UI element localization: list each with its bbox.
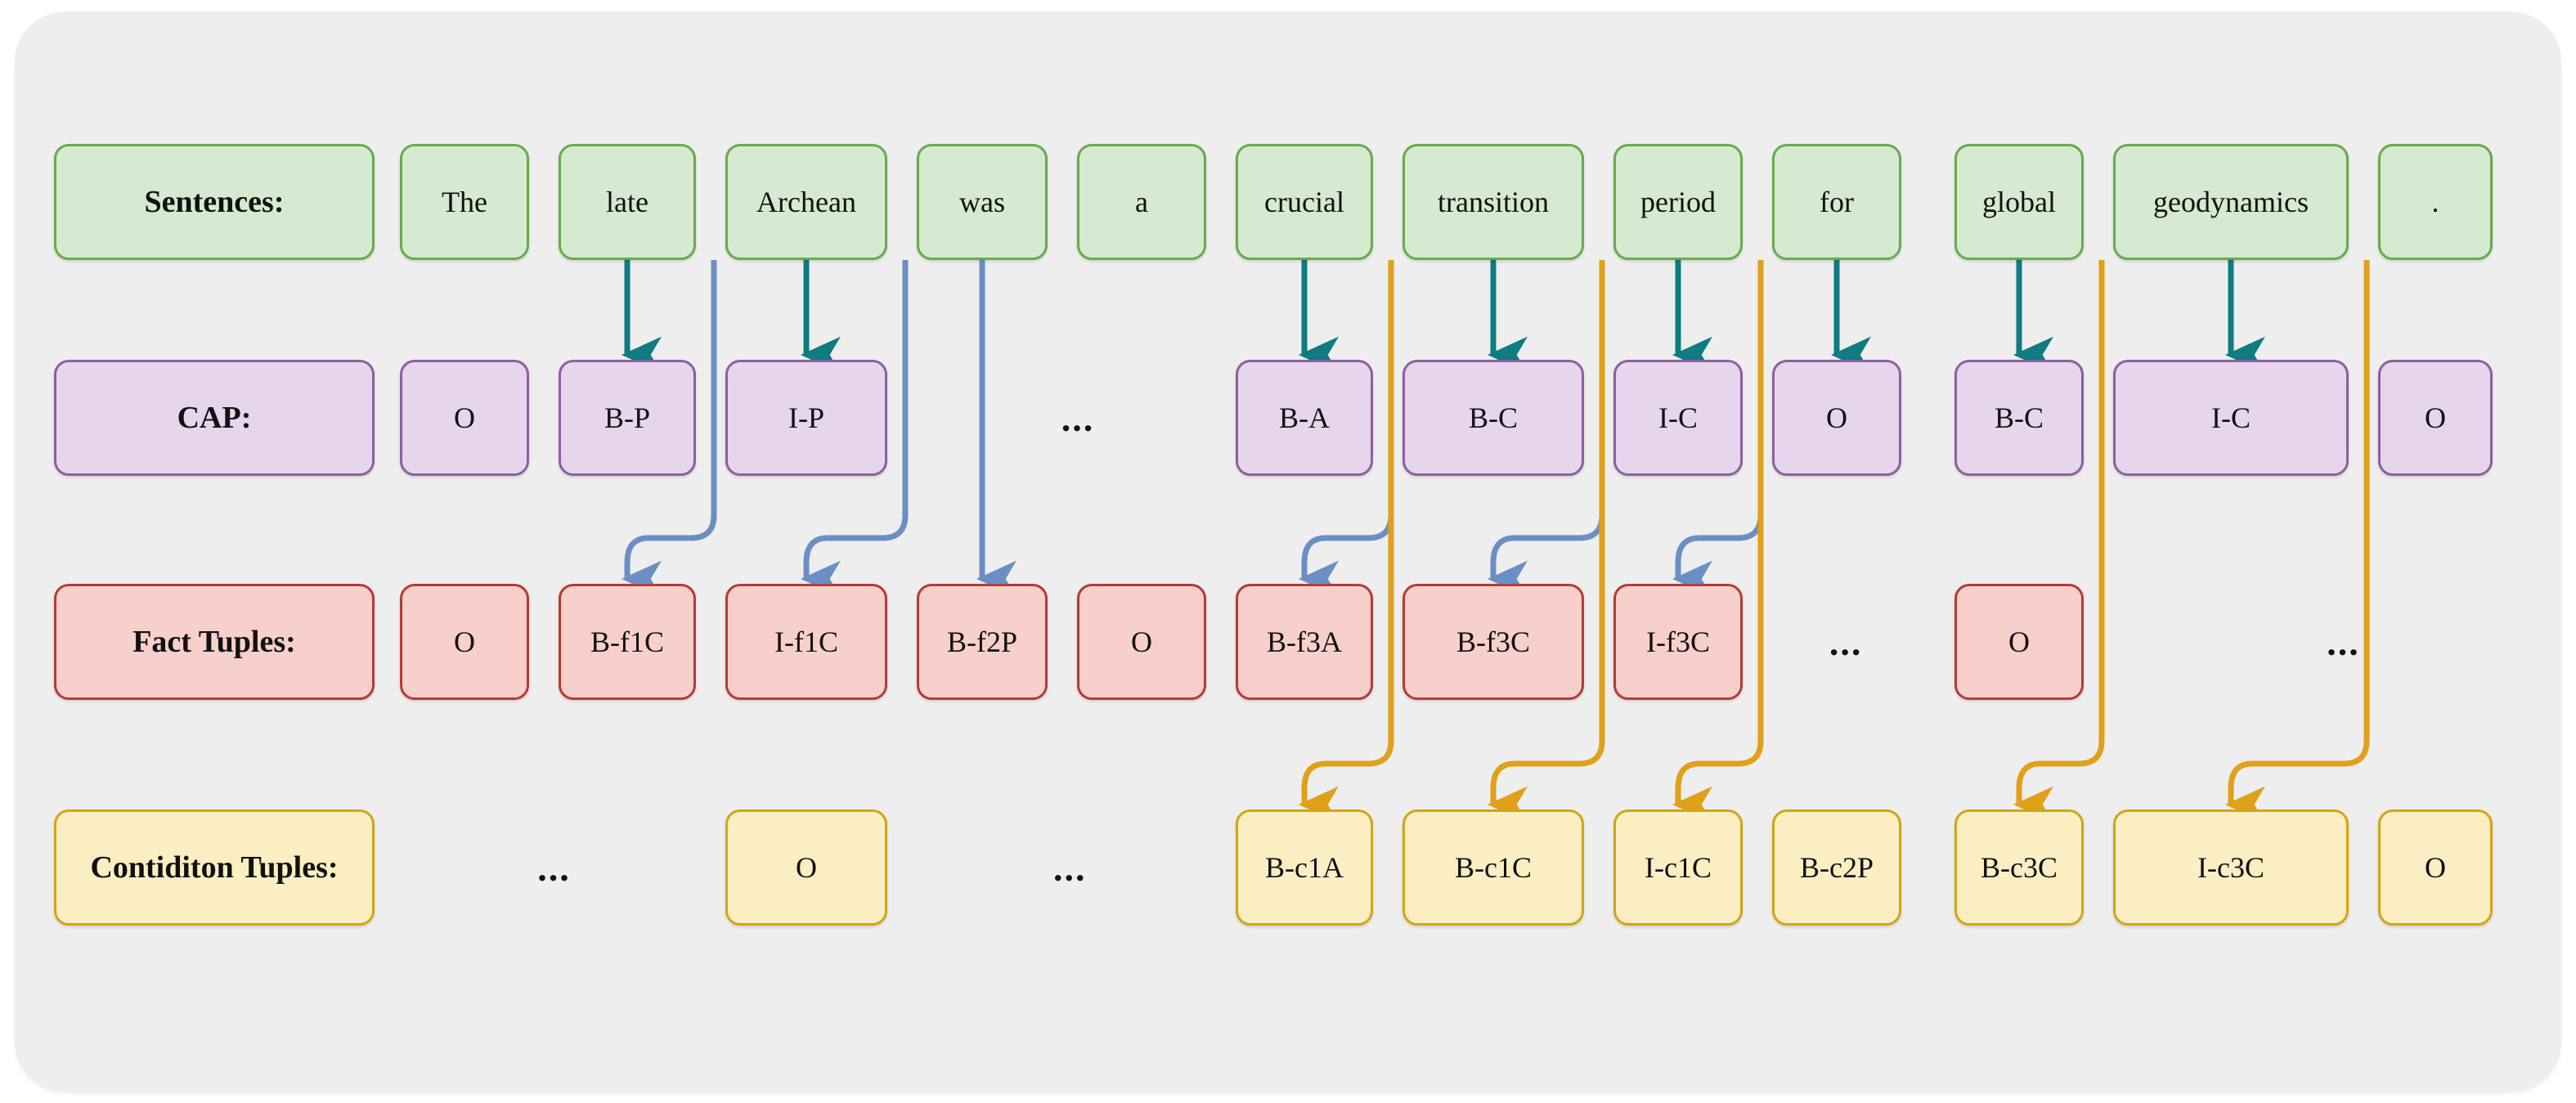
- token-cell-fact_tuples[interactable]: O: [1077, 584, 1206, 700]
- ellipsis-condition_tuples: ...: [537, 846, 571, 889]
- token-cell-fact_tuples[interactable]: I-f1C: [725, 584, 887, 700]
- token-cell-sentences[interactable]: period: [1613, 144, 1743, 260]
- token-cell-fact_tuples[interactable]: B-f3C: [1402, 584, 1584, 700]
- token-cell-condition_tuples[interactable]: I-c1C: [1613, 809, 1743, 926]
- token-cell-sentences[interactable]: late: [559, 144, 696, 260]
- token-cell-condition_tuples[interactable]: B-c3C: [1954, 809, 2084, 926]
- token-cell-cap[interactable]: B-C: [1402, 360, 1584, 476]
- token-cell-fact_tuples[interactable]: O: [400, 584, 529, 700]
- token-cell-cap[interactable]: I-C: [2113, 360, 2349, 476]
- token-cell-condition_tuples[interactable]: B-c1A: [1236, 809, 1373, 926]
- figure-canvas: Sentences: The late Archean was a crucial trans…: [0, 0, 2576, 1103]
- token-cell-fact_tuples[interactable]: O: [1954, 584, 2084, 700]
- token-cell-cap[interactable]: B-P: [559, 360, 696, 476]
- token-cell-condition_tuples[interactable]: O: [725, 809, 887, 926]
- token-cell-cap[interactable]: I-P: [725, 360, 887, 476]
- ellipsis-fact_tuples: ...: [2327, 621, 2360, 663]
- token-cell-condition_tuples[interactable]: B-c2P: [1772, 809, 1901, 926]
- token-cell-cap[interactable]: O: [2378, 360, 2493, 476]
- token-cell-cap[interactable]: I-C: [1613, 360, 1743, 476]
- ellipsis-condition_tuples: ...: [1053, 846, 1087, 889]
- token-cell-condition_tuples[interactable]: I-c3C: [2113, 809, 2349, 926]
- token-cell-fact_tuples[interactable]: I-f3C: [1613, 584, 1743, 700]
- token-cell-fact_tuples[interactable]: B-f2P: [917, 584, 1048, 700]
- token-cell-sentences[interactable]: transition: [1402, 144, 1584, 260]
- token-cell-sentences[interactable]: was: [917, 144, 1048, 260]
- row-label-cap: CAP:: [54, 360, 375, 476]
- token-cell-sentences[interactable]: Archean: [725, 144, 887, 260]
- token-cell-cap[interactable]: B-A: [1236, 360, 1373, 476]
- token-cell-fact_tuples[interactable]: B-f3A: [1236, 584, 1373, 700]
- token-cell-sentences[interactable]: for: [1772, 144, 1901, 260]
- token-cell-sentences[interactable]: geodynamics: [2113, 144, 2349, 260]
- token-cell-cap[interactable]: O: [400, 360, 529, 476]
- token-cell-sentences[interactable]: crucial: [1236, 144, 1373, 260]
- row-label-sentences: Sentences:: [54, 144, 375, 260]
- token-cell-fact_tuples[interactable]: B-f1C: [559, 584, 696, 700]
- token-cell-condition_tuples[interactable]: B-c1C: [1402, 809, 1584, 926]
- token-cell-cap[interactable]: B-C: [1954, 360, 2084, 476]
- row-label-condition_tuples: Contiditon Tuples:: [54, 809, 375, 926]
- ellipsis-fact_tuples: ...: [1829, 621, 1863, 663]
- token-cell-sentences[interactable]: The: [400, 144, 529, 260]
- token-cell-sentences[interactable]: global: [1954, 144, 2084, 260]
- token-cell-sentences[interactable]: a: [1077, 144, 1206, 260]
- row-label-fact_tuples: Fact Tuples:: [54, 584, 375, 700]
- token-cell-cap[interactable]: O: [1772, 360, 1901, 476]
- token-cell-sentences[interactable]: .: [2378, 144, 2493, 260]
- token-cell-condition_tuples[interactable]: O: [2378, 809, 2493, 926]
- ellipsis-cap: ...: [1061, 397, 1095, 439]
